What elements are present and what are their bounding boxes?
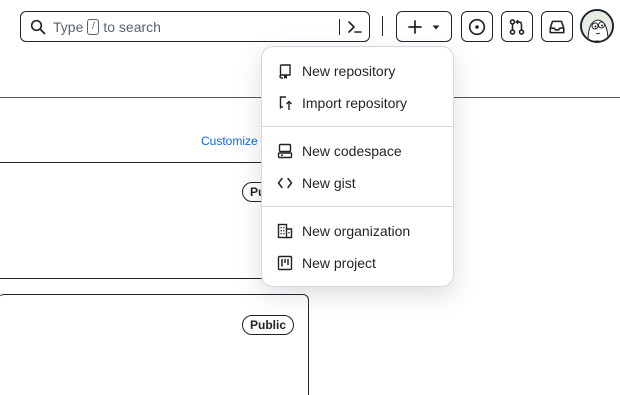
menu-item-import-repository[interactable]: Import repository bbox=[262, 87, 453, 119]
menu-item-label: New gist bbox=[302, 175, 356, 191]
repo-card bbox=[0, 294, 309, 395]
search-divider bbox=[339, 19, 340, 35]
triangle-down-icon bbox=[432, 25, 440, 29]
repo-icon bbox=[279, 64, 291, 79]
search-icon bbox=[30, 19, 46, 34]
create-new-button[interactable] bbox=[396, 11, 452, 42]
command-palette-icon[interactable] bbox=[346, 19, 362, 35]
git-pull-request-icon bbox=[509, 18, 525, 35]
project-icon bbox=[277, 255, 293, 271]
organization-icon bbox=[277, 223, 293, 239]
inbox-button[interactable] bbox=[541, 11, 573, 42]
menu-item-new-codespace[interactable]: New codespace bbox=[262, 135, 453, 167]
repo-card-divider bbox=[0, 162, 270, 163]
inbox-icon bbox=[549, 20, 565, 33]
menu-divider bbox=[262, 206, 453, 207]
menu-item-label: New organization bbox=[302, 223, 411, 239]
pull-requests-button[interactable] bbox=[501, 11, 533, 42]
repo-push-icon bbox=[279, 96, 292, 110]
menu-item-label: New repository bbox=[302, 63, 396, 79]
menu-item-new-organization[interactable]: New organization bbox=[262, 215, 453, 247]
plus-icon bbox=[408, 19, 422, 34]
visibility-badge: Public bbox=[242, 315, 295, 335]
menu-item-new-repository[interactable]: New repository bbox=[262, 55, 453, 87]
repo-card-divider bbox=[0, 278, 270, 279]
search-shortcut-key: / bbox=[87, 18, 100, 35]
create-new-menu: New repository Import repository New cod… bbox=[261, 46, 454, 287]
issues-button[interactable] bbox=[461, 11, 493, 42]
avatar[interactable] bbox=[580, 9, 614, 43]
issue-opened-icon bbox=[468, 18, 486, 35]
menu-item-label: New project bbox=[302, 255, 376, 271]
header-separator bbox=[382, 16, 383, 36]
search-suffix: to search bbox=[103, 18, 161, 35]
menu-item-new-project[interactable]: New project bbox=[262, 247, 453, 279]
avatar-image bbox=[582, 11, 612, 41]
search-input[interactable]: Type / to search bbox=[20, 11, 370, 42]
menu-item-new-gist[interactable]: New gist bbox=[262, 167, 453, 199]
search-placeholder: Type / to search bbox=[53, 18, 161, 35]
code-icon bbox=[277, 177, 293, 189]
search-prefix: Type bbox=[53, 18, 84, 35]
menu-divider bbox=[262, 126, 453, 127]
codespaces-icon bbox=[277, 143, 293, 159]
menu-item-label: Import repository bbox=[302, 95, 408, 111]
menu-item-label: New codespace bbox=[302, 143, 402, 159]
